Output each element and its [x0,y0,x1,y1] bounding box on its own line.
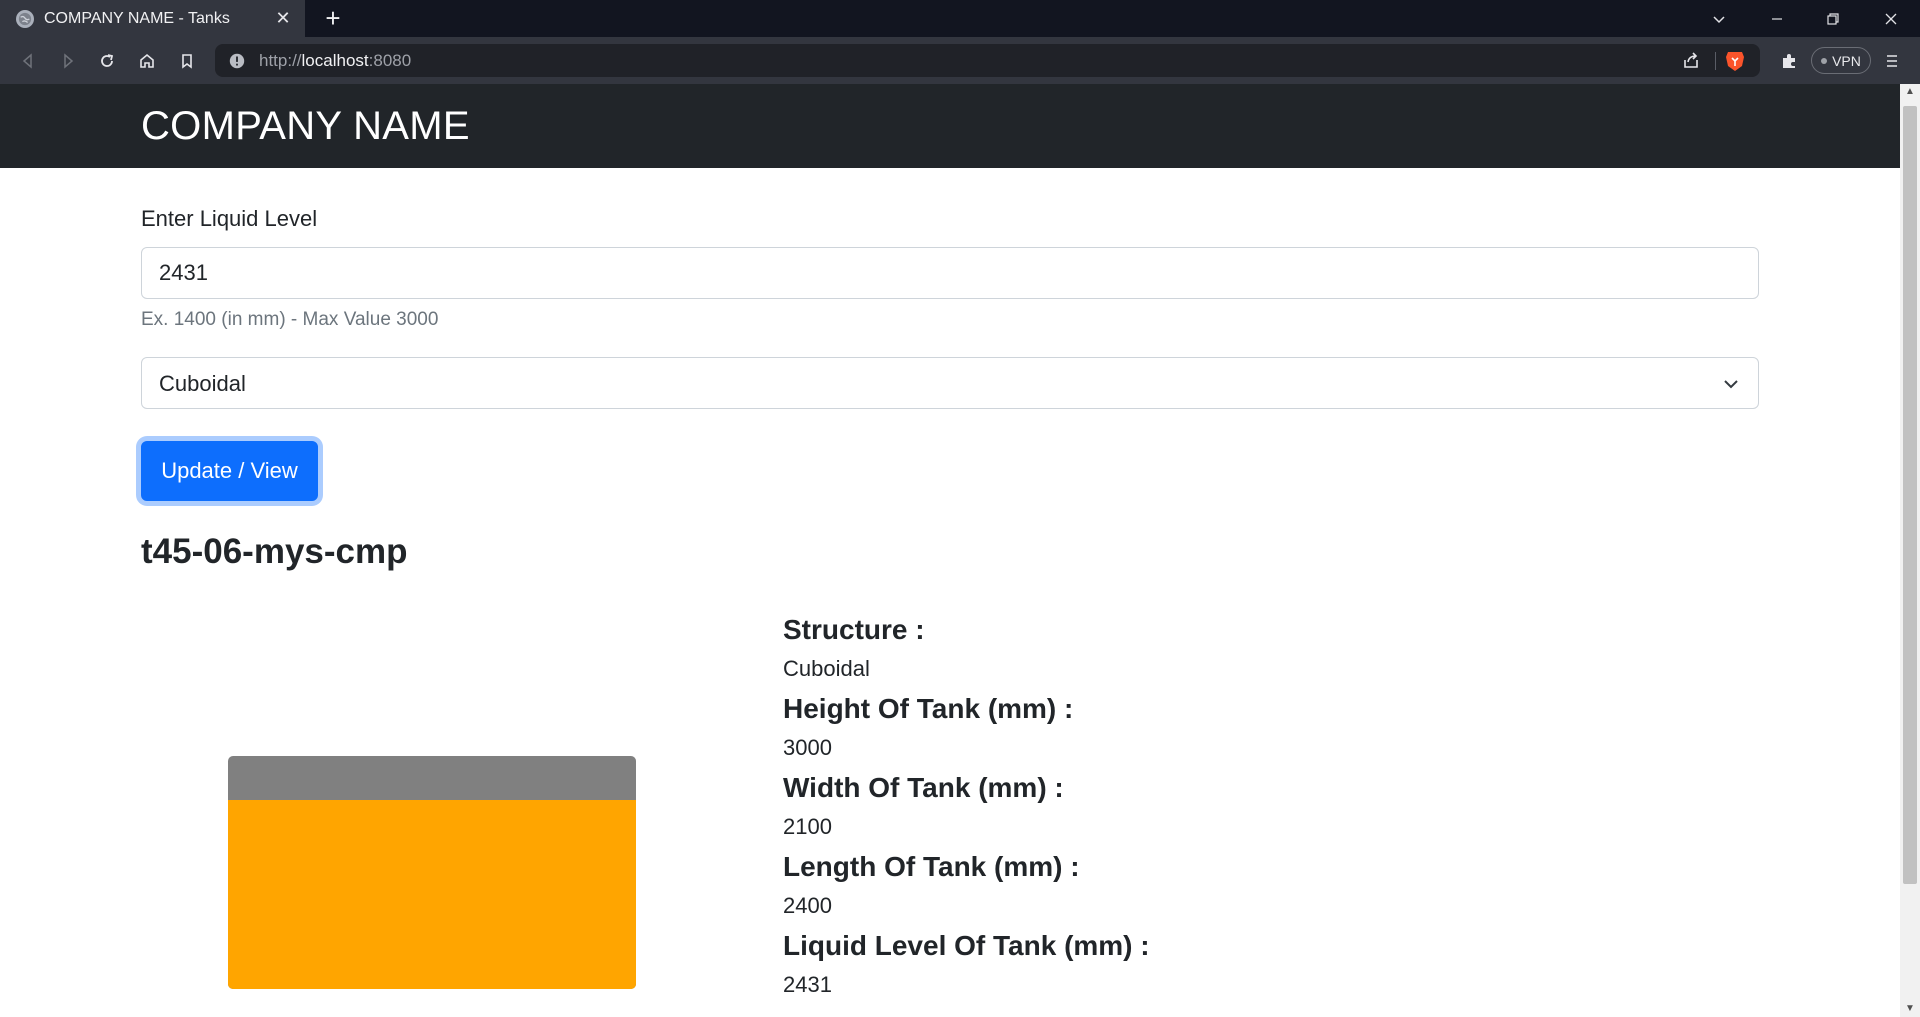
home-icon[interactable] [133,47,161,75]
minimize-icon[interactable] [1754,0,1800,37]
back-arrow-icon[interactable] [14,47,42,75]
liquid-level-input[interactable] [141,247,1759,299]
detail-label: Width Of Tank (mm) : [783,772,1064,803]
vpn-button[interactable]: VPN [1811,47,1871,74]
restore-icon[interactable] [1810,0,1856,37]
tank-liquid-fill [228,800,636,989]
plus-icon[interactable]: + [320,5,346,32]
hamburger-menu-icon[interactable] [1878,47,1906,75]
browser-tab-bar: COMPANY NAME - Tanks ✕ + [0,0,1920,37]
detail-width: Width Of Tank (mm) : 2100 [783,772,1583,839]
url-divider [1715,52,1716,70]
tank-visual [228,756,636,989]
detail-length: Length Of Tank (mm) : 2400 [783,851,1583,918]
bookmark-icon[interactable] [173,47,201,75]
detail-height: Height Of Tank (mm) : 3000 [783,693,1583,760]
liquid-level-label: Enter Liquid Level [141,206,318,231]
browser-toolbar: http://localhost:8080 VPN [0,37,1920,84]
vpn-status-dot [1821,57,1828,64]
structure-select[interactable]: Cuboidal [141,357,1759,409]
address-bar[interactable]: http://localhost:8080 [215,44,1760,77]
tab-search-chevron-icon[interactable] [1696,0,1742,37]
window-close-icon[interactable] [1868,0,1914,37]
liquid-level-help-text: Ex. 1400 (in mm) - Max Value 3000 [141,309,439,330]
navbar: COMPANY NAME [0,84,1900,168]
detail-value: Cuboidal [783,656,870,681]
detail-liquid-level: Liquid Level Of Tank (mm) : 2431 [783,930,1583,997]
page-scrollbar[interactable]: ▲ ▼ [1900,84,1920,1017]
detail-label: Height Of Tank (mm) : [783,693,1074,724]
forward-arrow-icon[interactable] [54,47,82,75]
globe-icon [16,9,34,28]
share-icon[interactable] [1680,50,1702,72]
brave-shield-icon[interactable] [1724,49,1746,73]
tank-name-heading: t45-06-mys-cmp [141,532,408,571]
detail-label: Liquid Level Of Tank (mm) : [783,930,1150,961]
vpn-label: VPN [1832,52,1861,69]
detail-label: Structure : [783,614,925,645]
brand-title[interactable]: COMPANY NAME [141,104,470,149]
detail-structure: Structure : Cuboidal [783,614,1583,681]
scroll-thumb[interactable] [1903,106,1917,884]
detail-value: 2400 [783,893,832,918]
detail-value: 3000 [783,735,832,760]
scroll-up-arrow-icon[interactable]: ▲ [1904,86,1916,98]
detail-value: 2431 [783,972,832,997]
tab-title: COMPANY NAME - Tanks [44,9,230,27]
detail-label: Length Of Tank (mm) : [783,851,1080,882]
browser-tab[interactable]: COMPANY NAME - Tanks ✕ [0,0,305,37]
close-icon[interactable]: ✕ [273,8,293,28]
scroll-down-arrow-icon[interactable]: ▼ [1904,1003,1916,1015]
info-icon[interactable] [227,51,247,71]
puzzle-icon[interactable] [1775,47,1803,75]
chevron-down-icon [1724,380,1738,389]
url-text: http://localhost:8080 [259,50,412,70]
update-view-button[interactable]: Update / View [141,441,318,501]
reload-icon[interactable] [93,47,121,75]
detail-value: 2100 [783,814,832,839]
structure-select-value: Cuboidal [159,371,246,396]
